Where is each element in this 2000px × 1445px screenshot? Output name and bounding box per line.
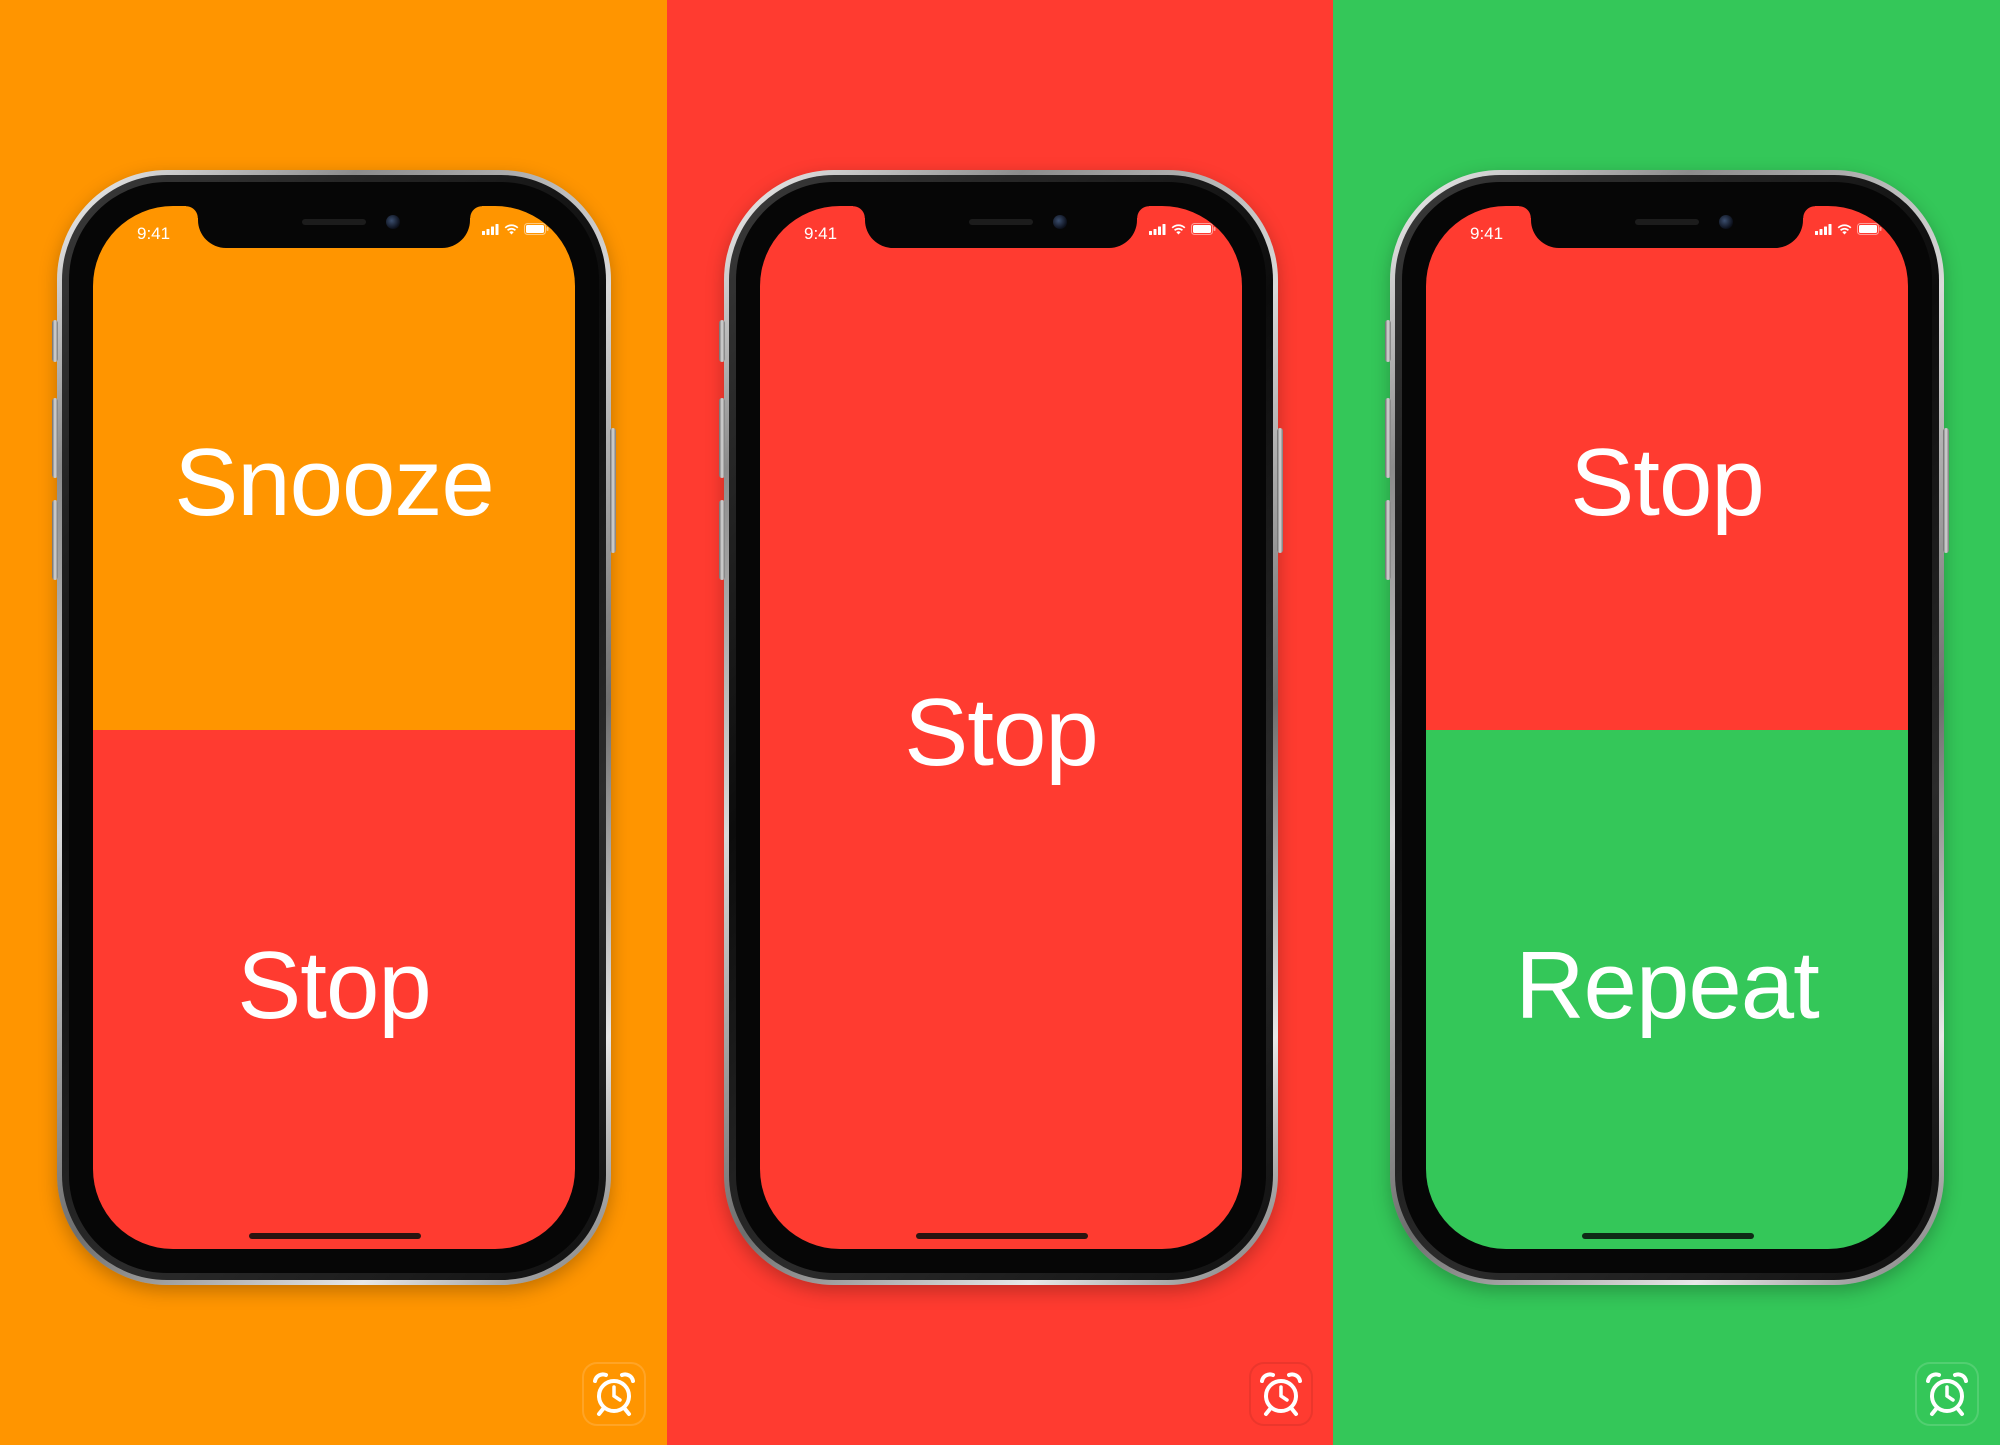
wifi-icon <box>504 224 519 235</box>
status-icons <box>1815 223 1882 235</box>
earpiece-speaker <box>1635 219 1699 225</box>
stop-label: Stop <box>1570 429 1764 536</box>
battery-icon <box>1857 223 1882 235</box>
status-icons <box>1149 223 1216 235</box>
status-time: 9:41 <box>804 224 838 243</box>
volume-up-button <box>52 398 58 478</box>
stop-button[interactable]: Stop <box>93 730 575 1249</box>
silent-switch <box>1385 320 1391 362</box>
earpiece-speaker <box>302 219 366 225</box>
phone-frame: Snooze Stop 9:41 <box>52 170 616 1285</box>
battery-icon <box>1191 223 1216 235</box>
alarm-clock-icon <box>1249 1362 1313 1426</box>
notch <box>853 206 1149 248</box>
status-time: 9:41 <box>137 224 171 243</box>
stop-button[interactable]: Stop <box>1426 206 1908 730</box>
phone-frame: Stop 9:41 <box>719 170 1283 1285</box>
front-camera <box>1719 215 1733 229</box>
side-button <box>1943 428 1949 553</box>
status-icons <box>482 223 549 235</box>
snooze-button[interactable]: Snooze <box>93 206 575 730</box>
volume-up-button <box>719 398 725 478</box>
wifi-icon <box>1171 224 1186 235</box>
signal-icon <box>1815 224 1832 235</box>
panel-snooze-stop: Snooze Stop 9:41 <box>0 0 667 1445</box>
phone-frame: Stop Repeat 9:41 <box>1385 170 1949 1285</box>
front-camera <box>1053 215 1067 229</box>
status-time: 9:41 <box>1470 224 1504 243</box>
phone-screen: Stop 9:41 <box>760 206 1242 1249</box>
side-button <box>1277 428 1283 553</box>
home-indicator[interactable] <box>916 1233 1088 1239</box>
notch <box>186 206 482 248</box>
home-indicator[interactable] <box>249 1233 421 1239</box>
signal-icon <box>482 224 499 235</box>
repeat-label: Repeat <box>1515 931 1820 1039</box>
repeat-button[interactable]: Repeat <box>1426 730 1908 1249</box>
battery-icon <box>524 223 549 235</box>
alarm-clock-icon <box>582 1362 646 1426</box>
earpiece-speaker <box>969 219 1033 225</box>
panel-stop: Stop 9:41 <box>667 0 1333 1445</box>
stop-label: Stop <box>237 931 431 1039</box>
signal-icon <box>1149 224 1166 235</box>
front-camera <box>386 215 400 229</box>
volume-down-button <box>719 500 725 580</box>
panel-stop-repeat: Stop Repeat 9:41 <box>1333 0 2000 1445</box>
wifi-icon <box>1837 224 1852 235</box>
side-button <box>610 428 616 553</box>
silent-switch <box>719 320 725 362</box>
alarm-clock-icon <box>1915 1362 1979 1426</box>
home-indicator[interactable] <box>1582 1233 1754 1239</box>
phone-screen: Snooze Stop 9:41 <box>93 206 575 1249</box>
stop-button[interactable]: Stop <box>760 206 1242 1249</box>
volume-down-button <box>1385 500 1391 580</box>
stop-label: Stop <box>904 678 1098 786</box>
silent-switch <box>52 320 58 362</box>
phone-screen: Stop Repeat 9:41 <box>1426 206 1908 1249</box>
volume-down-button <box>52 500 58 580</box>
snooze-label: Snooze <box>174 429 495 536</box>
volume-up-button <box>1385 398 1391 478</box>
notch <box>1519 206 1815 248</box>
